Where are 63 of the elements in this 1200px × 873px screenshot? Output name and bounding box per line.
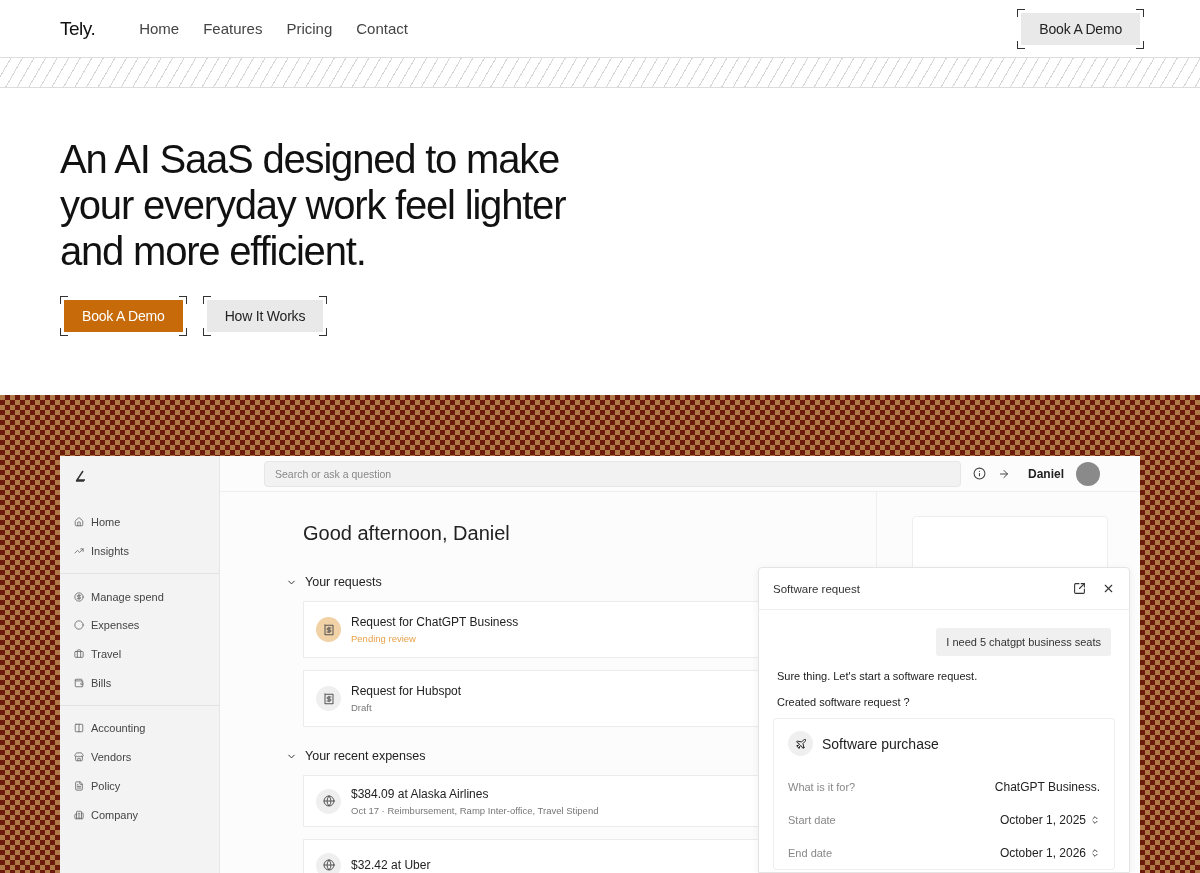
field-label: Start date (788, 813, 836, 826)
user-message: I need 5 chatgpt business seats (936, 628, 1111, 656)
avatar[interactable] (1076, 461, 1100, 486)
sidebar-item[interactable]: Policy (60, 771, 219, 801)
trend-icon (74, 546, 84, 557)
date-select[interactable]: October 1, 2026 (999, 845, 1100, 860)
search-field[interactable]: Search or ask a question (264, 460, 961, 487)
globe-icon (322, 795, 335, 807)
document-icon (74, 780, 84, 791)
field-label: What is it for? (788, 780, 856, 793)
how-it-works-button[interactable]: How It Works (206, 300, 324, 332)
card-title: Request for Hubspot (351, 684, 462, 698)
card-title: Software purchase (822, 735, 939, 752)
card-subtitle: Oct 17 · Reimbursement, Ramp Inter-office, Travel Stipend (351, 804, 599, 816)
nav-link[interactable]: Pricing (286, 20, 333, 37)
logo[interactable]: Tely. (60, 17, 96, 40)
greeting: Good afternoon, Daniel (303, 522, 511, 545)
card-title: Request for ChatGPT Business (351, 615, 519, 629)
sidebar-item[interactable]: Manage spend (60, 582, 219, 612)
book-demo-button[interactable]: Book A Demo (64, 300, 183, 332)
panel-title: Software request (773, 582, 861, 595)
close-icon[interactable] (1102, 582, 1115, 595)
circle-icon (74, 620, 84, 631)
receipt-icon (322, 692, 335, 705)
sidebar-item[interactable]: Expenses (60, 611, 219, 640)
plane-icon (794, 737, 807, 750)
columns-icon (74, 723, 84, 734)
book-demo-button[interactable]: Book A Demo (1021, 12, 1140, 45)
section-toggle[interactable]: Your recent expenses (286, 749, 426, 763)
date-select[interactable]: October 1, 2025 (999, 812, 1100, 827)
card-subtitle: Draft (351, 702, 373, 713)
arrow-right-icon[interactable] (998, 467, 1010, 480)
nav-link[interactable]: Features (203, 20, 263, 37)
logo-mark-icon (74, 470, 86, 482)
store-icon (74, 752, 84, 763)
sidebar-item[interactable]: Home (60, 508, 219, 537)
card-title: $384.09 at Alaska Airlines (351, 786, 490, 801)
sidebar-item[interactable]: Insights (60, 536, 219, 566)
updown-icon (1090, 847, 1100, 858)
user-name: Daniel (1028, 466, 1064, 481)
sidebar-item[interactable]: Accounting (60, 714, 219, 743)
sidebar-item[interactable]: Vendors (60, 742, 219, 772)
sidebar-item[interactable]: Travel (60, 639, 219, 669)
card-title: $32.42 at Uber (351, 858, 431, 872)
home-icon (74, 517, 84, 528)
card-subtitle: Pending review (351, 633, 417, 644)
sidebar-item[interactable]: Bills (60, 668, 219, 698)
building-icon (74, 809, 84, 820)
dollar-icon (74, 591, 84, 602)
briefcase-icon (74, 649, 84, 660)
info-icon[interactable] (973, 467, 986, 480)
nav-link[interactable]: Home (139, 20, 180, 37)
receipt-icon (322, 623, 335, 636)
field-label: End date (788, 846, 833, 859)
globe-icon (322, 859, 335, 871)
wallet-icon (74, 677, 84, 688)
updown-icon (1090, 814, 1100, 825)
external-link-icon[interactable] (1073, 582, 1086, 595)
nav-link[interactable]: Contact (356, 20, 408, 37)
section-toggle[interactable]: Your requests (286, 575, 382, 589)
field-value: ChatGPT Business. (994, 779, 1100, 794)
sidebar-item[interactable]: Company (60, 800, 219, 829)
hero-heading: An AI SaaS designed to make your everyday work feel lighter and more efficient. (60, 136, 567, 274)
